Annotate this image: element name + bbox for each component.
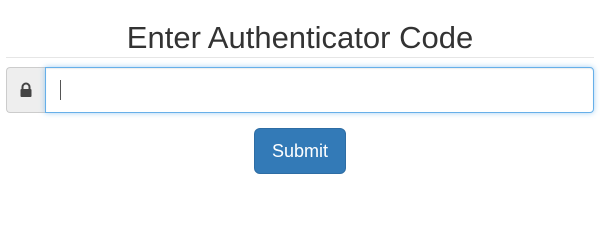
authenticator-code-input[interactable] — [45, 67, 594, 113]
title-divider — [6, 57, 594, 58]
input-addon — [6, 67, 45, 113]
auth-code-page: Enter Authenticator Code Submit — [0, 0, 600, 208]
code-input-group — [6, 67, 594, 113]
page-title: Enter Authenticator Code — [126, 20, 474, 55]
text-caret — [60, 80, 61, 100]
lock-icon — [20, 82, 32, 97]
submit-button[interactable]: Submit — [254, 128, 346, 174]
